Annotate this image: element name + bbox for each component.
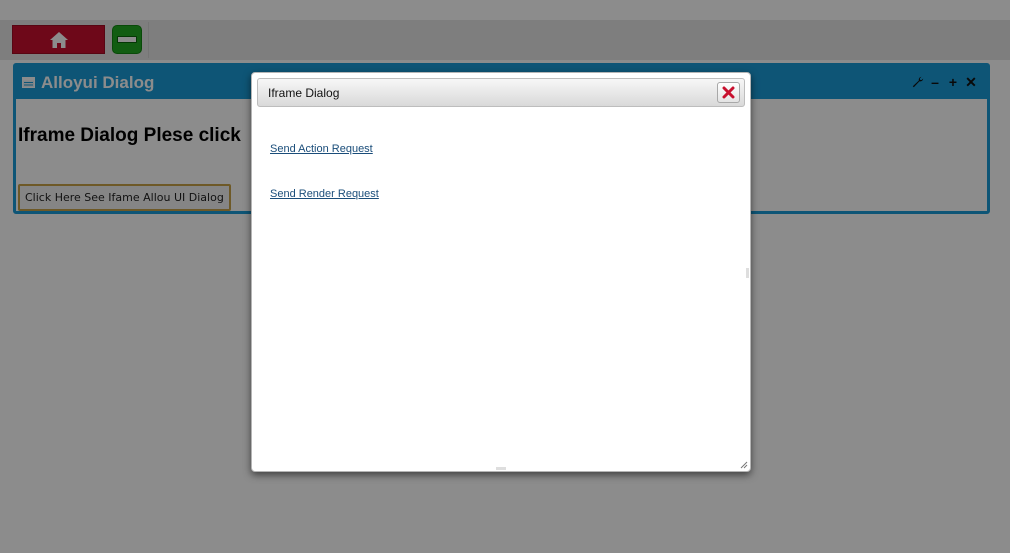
iframe-dialog: Iframe Dialog Send Action Request Send R…	[251, 72, 751, 472]
send-render-request-link[interactable]: Send Render Request	[270, 188, 379, 200]
resize-handle-right[interactable]	[746, 268, 749, 278]
dialog-title: Iframe Dialog	[268, 86, 340, 100]
resize-handle-bottom[interactable]	[496, 467, 506, 470]
dialog-close-button[interactable]	[717, 82, 740, 103]
resize-handle-corner[interactable]	[739, 460, 748, 469]
send-action-request-link[interactable]: Send Action Request	[270, 143, 373, 155]
close-icon	[722, 86, 735, 99]
dialog-header[interactable]: Iframe Dialog	[257, 78, 745, 107]
